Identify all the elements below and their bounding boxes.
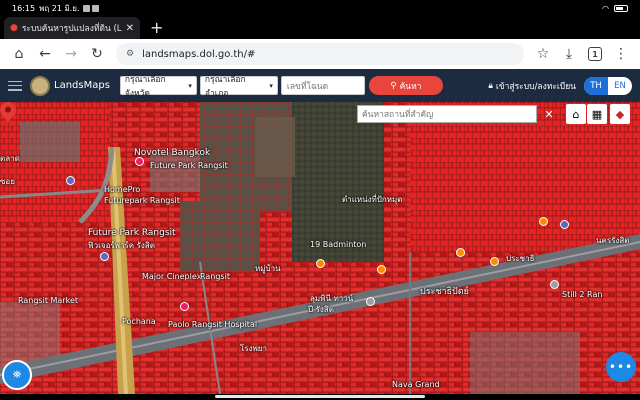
label-still: Still 2 Ran	[562, 290, 603, 299]
search-button[interactable]: ⚲ ค้นหา	[368, 76, 443, 95]
chevron-down-icon: ▾	[269, 81, 273, 90]
province-select[interactable]: กรุณาเลือกจังหวัด ▾	[119, 75, 197, 99]
home-icon[interactable]: ⌂	[6, 41, 32, 67]
status-right: ◠	[602, 4, 628, 13]
lock-icon: 🔒︎	[488, 80, 493, 91]
landmark-search-input[interactable]	[357, 105, 537, 123]
label-future-park-th: ฟิวเจอร์พาร์ค รังสิต	[88, 241, 155, 250]
district-select[interactable]: กรุณาเลือกอำเภอ ▾	[199, 75, 278, 99]
label-prachathipat: ประชาธิปัตย์	[420, 287, 469, 297]
label-rangsit-market: Rangsit Market	[18, 296, 79, 305]
facebook-icon	[82, 5, 90, 12]
building-poi-icon[interactable]	[366, 297, 375, 306]
gesture-handle[interactable]	[215, 395, 425, 398]
hospital-poi-icon[interactable]	[180, 302, 189, 311]
label-sub: ซอย	[0, 177, 15, 186]
layers-icon[interactable]: ◆	[610, 104, 630, 124]
deed-number-input[interactable]	[280, 76, 365, 95]
hamburger-icon[interactable]	[8, 80, 22, 91]
site-header: LandsMaps กรุณาเลือกจังหวัด ▾ กรุณาเลือก…	[0, 69, 640, 102]
screen: 16:15 พฤ 21 มิ.ย. ◠ ● ระบบค้นหารูปแปลงที…	[0, 0, 640, 400]
status-bar: 16:15 พฤ 21 มิ.ย. ◠	[0, 0, 640, 17]
site-info-icon[interactable]: ⚙	[126, 49, 134, 59]
more-options-fab-icon[interactable]: •••	[606, 352, 636, 382]
url-text: landsmaps.dol.go.th/#	[142, 48, 256, 60]
building-poi-icon[interactable]	[550, 280, 559, 289]
battery-icon	[614, 5, 628, 12]
label-rangsit: Rangsit	[200, 272, 230, 281]
status-time: 16:15	[12, 4, 36, 13]
label-pin-location: ตำแหน่งที่ปักหมุด	[342, 195, 403, 204]
label-village: หมู่บ้าน	[255, 264, 281, 273]
shopping-poi-icon[interactable]	[100, 252, 109, 261]
label-market-th: ตลาด	[0, 154, 20, 163]
tab-count: 1	[588, 47, 602, 61]
label-rangsit-th: ปี รังสิต	[308, 305, 334, 314]
tab-title: ระบบค้นหารูปแปลงที่ดิน (Lands	[21, 24, 122, 34]
download-icon[interactable]: ⤓	[556, 41, 582, 67]
search-button-label: ค้นหา	[399, 81, 422, 92]
location-pin-icon[interactable]	[0, 102, 16, 122]
close-tab-icon[interactable]: ✕	[126, 23, 134, 34]
food-poi-icon[interactable]	[490, 257, 499, 266]
messenger-icon	[91, 5, 99, 12]
reload-icon[interactable]: ↻	[84, 41, 110, 67]
label-paolo: Paolo Rangsit Hospital	[168, 320, 258, 329]
language-toggle: TH EN	[584, 76, 632, 95]
label-pochana: Pochana	[122, 317, 156, 326]
dol-logo	[30, 75, 50, 96]
shopping-poi-icon[interactable]	[560, 220, 569, 229]
notification-icons	[82, 5, 99, 12]
home-view-icon[interactable]: ⌂	[566, 104, 586, 124]
food-poi-icon[interactable]	[456, 248, 465, 257]
tab-switcher-button[interactable]: 1	[582, 41, 608, 67]
label-future-park-rangsit-2: Future Park Rangsit	[88, 228, 176, 238]
new-tab-icon[interactable]: +	[150, 18, 163, 38]
food-poi-icon[interactable]	[316, 259, 325, 268]
label-nakhon: นครรังสิต	[596, 236, 630, 245]
lang-en-button[interactable]: EN	[608, 77, 632, 95]
label-futurepark: Futurepark Rangsit	[104, 196, 180, 205]
label-novotel: Novotel Bangkok	[134, 148, 211, 158]
search-icon: ⚲	[390, 80, 397, 91]
basemap-fab-icon[interactable]: ⛯	[2, 360, 32, 390]
close-icon[interactable]: ✕	[540, 105, 558, 123]
chevron-down-icon: ▾	[188, 81, 192, 90]
map-canvas[interactable]: Novotel Bangkok Future Park Rangsit Home…	[0, 102, 640, 394]
lang-th-button[interactable]: TH	[584, 76, 608, 95]
back-icon[interactable]: ←	[32, 41, 58, 67]
browser-toolbar: ⌂ ← → ↻ ⚙ landsmaps.dol.go.th/# ☆ ⤓ 1 ⋮	[0, 39, 640, 69]
label-homepro: HomePro	[104, 185, 141, 194]
login-label: เข้าสู่ระบบ/ลงทะเบียน	[495, 81, 576, 92]
tab-strip: ● ระบบค้นหารูปแปลงที่ดิน (Lands ✕ +	[0, 17, 640, 39]
label-future-park-rangsit: Future Park Rangsit	[150, 161, 228, 170]
grid-icon[interactable]: ▦	[587, 104, 607, 124]
forward-icon[interactable]: →	[58, 41, 84, 67]
food-poi-icon[interactable]	[377, 265, 386, 274]
label-pi: ประชาธิ	[506, 254, 535, 263]
brand-name: LandsMaps	[54, 80, 110, 91]
shopping-poi-icon[interactable]	[66, 176, 75, 185]
province-select-value: กรุณาเลือกจังหวัด	[124, 74, 166, 99]
food-poi-icon[interactable]	[539, 217, 548, 226]
label-hospital-th: โรงพยา	[240, 344, 267, 353]
hotel-poi-icon[interactable]	[135, 157, 144, 166]
label-major: Major Cineplex	[142, 272, 202, 281]
district-select-value: กรุณาเลือกอำเภอ	[204, 74, 246, 99]
browser-tab[interactable]: ● ระบบค้นหารูปแปลงที่ดิน (Lands ✕	[4, 17, 140, 39]
address-bar[interactable]: ⚙ landsmaps.dol.go.th/#	[116, 43, 524, 65]
wifi-icon: ◠	[602, 4, 609, 13]
label-badminton: 19 Badminton	[310, 240, 367, 249]
bookmark-star-icon[interactable]: ☆	[530, 41, 556, 67]
map-pin-icon: ●	[10, 23, 18, 33]
login-link[interactable]: 🔒︎ เข้าสู่ระบบ/ลงทะเบียน	[488, 79, 576, 93]
menu-icon[interactable]: ⋮	[608, 41, 634, 67]
label-nava: Nava Grand	[392, 380, 440, 389]
gesture-nav-bar	[0, 394, 640, 400]
status-date: พฤ 21 มิ.ย.	[39, 4, 80, 13]
